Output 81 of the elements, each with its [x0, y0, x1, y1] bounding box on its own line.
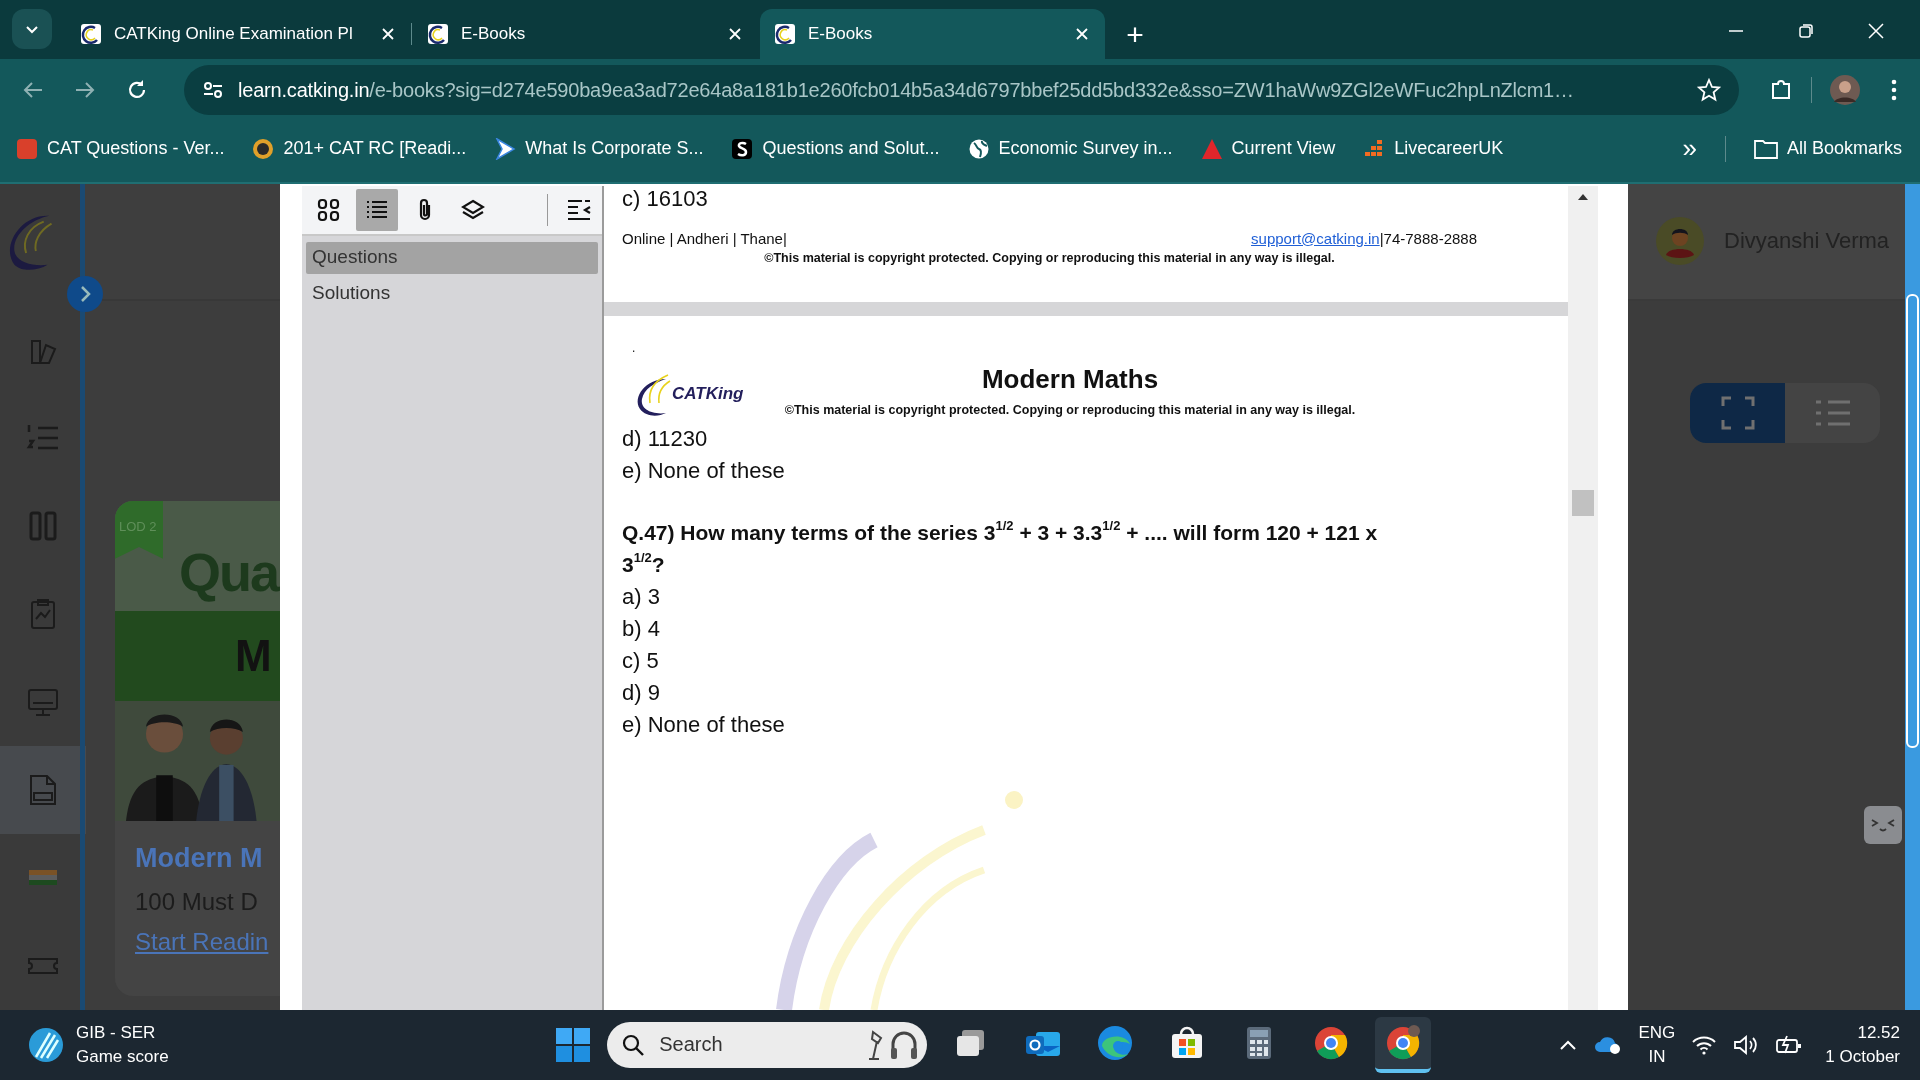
start-icon[interactable]: [555, 1026, 592, 1063]
edge-icon: [1096, 1023, 1135, 1062]
close-icon[interactable]: [728, 26, 742, 41]
footer-locations: Online | Andheri | Thane|: [622, 229, 787, 247]
close-icon[interactable]: [381, 26, 395, 41]
clock[interactable]: 12.52 1 October: [1825, 1022, 1900, 1067]
browser-tab[interactable]: E-Books: [760, 8, 1105, 59]
widget-subtitle: Game score: [76, 1046, 169, 1067]
fullscreen-view-button[interactable]: [1690, 382, 1785, 443]
bookmark[interactable]: 201+ CAT RC [Readi...: [252, 137, 467, 160]
sports-widget[interactable]: GIB - SER Game score: [28, 1022, 428, 1067]
address-bar[interactable]: learn.catking.in/e-books?sig=d274e590ba9ea3ad72e64a8a181b1e260fcb014b5a34d6797bbef25dd5bd332e&sso=ZW1haWw9ZGl2eWFuc2hpLnZlcm1…: [184, 65, 1739, 116]
outline-button[interactable]: [356, 188, 398, 231]
brand-logo: CATKing: [632, 370, 750, 417]
star-icon[interactable]: [1697, 78, 1721, 103]
cover-band: M: [115, 610, 280, 701]
collapse-sidebar-icon[interactable]: [566, 197, 592, 222]
bookmark[interactable]: Questions and Solut...: [731, 137, 940, 160]
bookmark-icon: [16, 137, 38, 160]
volume-icon[interactable]: [1733, 1033, 1760, 1056]
grid-icon: [317, 197, 341, 222]
restore-icon[interactable]: [1798, 22, 1814, 39]
chevron-up-icon[interactable]: [1558, 1038, 1577, 1051]
fullscreen-icon: [1720, 395, 1755, 430]
answer-option: c) 5: [622, 644, 1550, 677]
close-icon[interactable]: [1075, 26, 1089, 41]
answer-option: c) 16103: [622, 185, 1550, 212]
favicon-icon: [774, 22, 796, 45]
document-title: Modern Maths: [981, 363, 1159, 395]
scrollbar-track[interactable]: [1568, 185, 1598, 1010]
more-bookmarks-button[interactable]: »: [1682, 133, 1697, 165]
bookmark[interactable]: CAT Questions - Ver...: [16, 137, 225, 160]
cricket-icon: [28, 1026, 64, 1063]
copyright-notice: ©This material is copyright protected. Copying or reproducing this material in any way is illegal.: [763, 250, 1336, 265]
widget-title: GIB - SER: [76, 1022, 157, 1043]
expand-button[interactable]: [67, 275, 103, 312]
answer-option: d) 9: [622, 676, 1550, 709]
battery-icon[interactable]: [1775, 1033, 1804, 1056]
close-icon[interactable]: [1868, 22, 1884, 39]
outline-item[interactable]: Questions: [306, 241, 598, 274]
language-indicator[interactable]: ENG IN: [1638, 1022, 1676, 1067]
bookmark-icon: [1200, 137, 1223, 160]
favicon-icon: [80, 22, 102, 45]
taskbar-app[interactable]: [1375, 1016, 1432, 1073]
bookmark[interactable]: Economic Survey in...: [967, 137, 1173, 160]
answer-option: b) 4: [622, 612, 1550, 645]
answer-option: e) None of these: [622, 454, 1550, 487]
bookmark-icon: [494, 137, 517, 160]
bookmark-icon: [731, 137, 754, 160]
scrollbar-thumb[interactable]: [1572, 489, 1594, 516]
search-icon: [621, 1032, 646, 1057]
outline-item[interactable]: Solutions: [306, 277, 598, 310]
scrollbar[interactable]: [1905, 183, 1920, 1010]
chrome-profile-icon: [1384, 1023, 1423, 1062]
question-text: Q.47) How many terms of the series 3$^{1/2}$ + 3 + 3.3$^{1/2}$ + .... will form 120 + 121 x 3$^{1/2}$?: [622, 516, 1379, 578]
menu-icon[interactable]: [1890, 78, 1898, 103]
answer-option: e) None of these: [622, 708, 1550, 741]
smiley-icon: [1870, 816, 1896, 833]
book-title: Modern M: [134, 841, 264, 874]
bookmark[interactable]: Current View: [1200, 137, 1336, 160]
bookmark[interactable]: LivecareerUK: [1363, 137, 1504, 160]
layers-icon: [461, 197, 485, 222]
footer-phone: |74-7888-2888: [1379, 229, 1477, 247]
answer-option: d) 11230: [622, 422, 1550, 455]
bookmark[interactable]: What Is Corporate S...: [494, 137, 704, 160]
favicon-icon: [427, 22, 449, 45]
profile-avatar[interactable]: [1830, 75, 1860, 106]
folder-icon: [1753, 138, 1778, 159]
chat-widget-button[interactable]: [1864, 805, 1902, 844]
browser-tab[interactable]: CATKing Online Examination Pl: [66, 8, 411, 59]
new-tab-button[interactable]: +: [1113, 10, 1157, 59]
wifi-icon[interactable]: [1691, 1034, 1718, 1055]
dot-mark: .: [631, 339, 637, 354]
email-link[interactable]: support@catking.in: [1251, 229, 1380, 247]
browser-tab[interactable]: E-Books: [413, 8, 758, 59]
copyright-notice: ©This material is copyright protected. Copying or reproducing this material in any way is illegal.: [784, 402, 1356, 417]
all-bookmarks-button[interactable]: All Bookmarks: [1753, 138, 1902, 160]
bookmark-icon: [967, 137, 990, 160]
answer-option: a) 3: [622, 580, 1550, 613]
bookmark-icon: [252, 137, 275, 160]
search-field[interactable]: Search: [607, 1021, 928, 1068]
